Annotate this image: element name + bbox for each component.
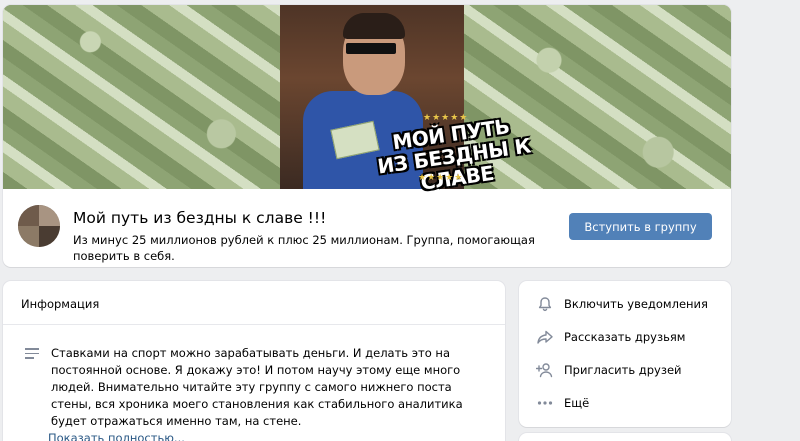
more-icon [536,394,554,412]
action-enable-notifications[interactable]: Включить уведомления [519,288,731,320]
group-description: Ставками на спорт можно зарабатывать ден… [51,346,463,428]
cover-sunglasses [346,43,396,54]
group-name: Мой путь из бездны к славе !!! [73,209,327,227]
action-tell-friends[interactable]: Рассказать друзьям [519,321,731,353]
action-invite-friends[interactable]: Пригласить друзей [519,354,731,386]
cover-stars-bottom: ★★★★★ [418,173,464,183]
next-card-stub [519,433,731,441]
join-group-button[interactable]: Вступить в группу [569,213,712,240]
avatar-cell [39,205,60,226]
action-more[interactable]: Ещё [519,387,731,419]
action-label: Ещё [564,396,590,410]
info-card: Информация Ставками на спорт можно зараб… [3,281,505,441]
add-user-icon [536,361,554,379]
action-label: Включить уведомления [564,297,708,311]
group-avatar[interactable] [18,205,60,247]
share-icon [536,328,554,346]
actions-card: Включить уведомления Рассказать друзьям … [519,281,731,427]
avatar-cell [18,226,39,247]
info-title: Информация [21,297,100,311]
action-label: Пригласить друзей [564,363,682,377]
bell-icon [536,295,554,313]
info-header: Информация [3,281,505,325]
avatar-cell [39,226,60,247]
group-status: Из минус 25 миллионов рублей к плюс 25 м… [73,233,535,263]
group-header-card: ★★★★★ Мой путь из бездны к славе ★★★★★ М… [3,5,731,267]
show-more-link[interactable]: Показать полностью... [48,431,185,441]
avatar-cell [18,205,39,226]
description-icon [25,348,39,359]
cover-person-hair-top [343,13,405,39]
action-label: Рассказать друзьям [564,330,686,344]
